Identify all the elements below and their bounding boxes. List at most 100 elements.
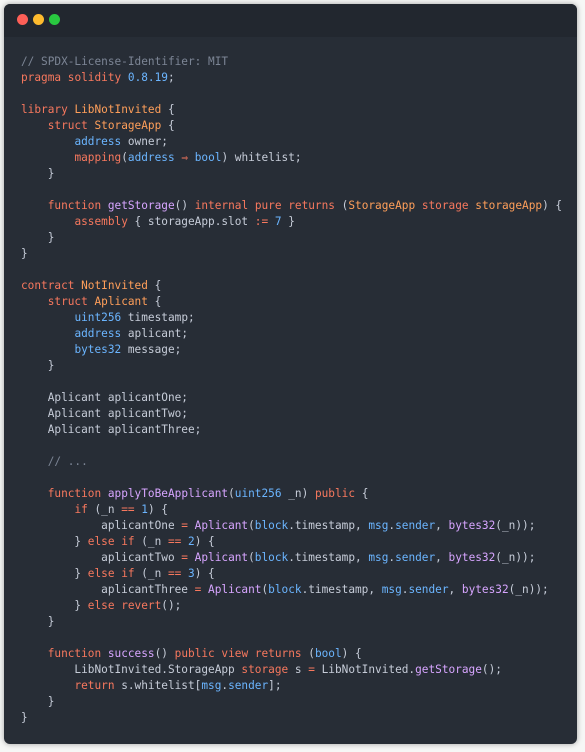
close-dot-icon[interactable]	[17, 14, 28, 25]
code-line: pragma solidity 0.8.19;	[21, 70, 573, 86]
code-token-keyword: revert	[121, 599, 162, 612]
code-token-func: getStorage	[107, 199, 175, 212]
code-token-punct: ];	[268, 679, 282, 692]
code-line: }	[21, 358, 573, 374]
code-token-name: NotInvited	[81, 279, 148, 292]
code-token-operator: ==	[167, 567, 182, 580]
code-line: bytes32 message;	[21, 342, 573, 358]
code-token-punct: (_n));	[495, 551, 536, 564]
code-token-type: address	[74, 135, 122, 148]
code-line: assembly { storageApp.slot := 7 }	[21, 214, 573, 230]
code-token-keyword: function	[47, 647, 102, 660]
code-line: contract NotInvited {	[21, 278, 573, 294]
code-line: } else if (_n == 3) {	[21, 566, 573, 582]
code-token-name: storageApp	[475, 199, 543, 212]
code-line: aplicantThree = Aplicant(block.timestamp…	[21, 582, 573, 598]
window-titlebar	[4, 4, 577, 37]
code-token-punct	[181, 535, 188, 548]
code-token-punct	[415, 199, 422, 212]
code-token-builtin: sender	[408, 583, 449, 596]
code-token-punct: }	[21, 711, 28, 724]
code-token-punct: (	[248, 551, 255, 564]
code-token-punct: s	[288, 663, 309, 676]
code-token-func: bytes32	[461, 583, 509, 596]
code-token-operator: =	[308, 663, 315, 676]
code-token-keyword: else	[87, 567, 115, 580]
code-token-punct: ) {	[341, 647, 362, 660]
maximize-dot-icon[interactable]	[49, 14, 60, 25]
code-token-punct: }	[21, 167, 55, 180]
code-token-punct: ();	[481, 663, 502, 676]
code-token-punct	[21, 343, 74, 356]
code-line: function getStorage() internal pure retu…	[21, 198, 573, 214]
code-block: // SPDX-License-Identifier: MIT pragma so…	[21, 54, 573, 726]
code-token-punct: { storageApp.slot	[127, 215, 255, 228]
code-token-keyword: internal	[194, 199, 249, 212]
code-token-punct: ) {	[542, 199, 563, 212]
code-token-punct: {	[355, 487, 369, 500]
code-token-func: bytes32	[448, 519, 496, 532]
code-token-punct: ,	[448, 583, 462, 596]
code-line: address aplicant;	[21, 326, 573, 342]
code-token-number: 0.8.19	[127, 71, 168, 84]
code-line: }	[21, 246, 573, 262]
minimize-dot-icon[interactable]	[33, 14, 44, 25]
code-token-keyword: if	[74, 503, 88, 516]
code-token-operator: =	[181, 551, 188, 564]
code-token-operator: ==	[121, 503, 135, 516]
code-token-punct: LibNotInvited.	[314, 663, 416, 676]
code-token-func: Aplicant	[194, 551, 249, 564]
code-token-punct: ;	[167, 71, 175, 84]
code-token-keyword: else	[87, 599, 115, 612]
code-line: } else if (_n == 2) {	[21, 534, 573, 550]
code-token-keyword: library	[21, 103, 68, 116]
code-token-punct	[181, 567, 188, 580]
code-token-punct: }	[21, 695, 55, 708]
code-token-punct: ) {	[194, 535, 215, 548]
code-token-punct: {	[147, 295, 162, 308]
code-line: uint256 timestamp;	[21, 310, 573, 326]
code-token-punct: }	[281, 215, 295, 228]
code-token-keyword: returns	[288, 199, 335, 212]
code-token-builtin: msg	[368, 519, 389, 532]
code-line: // SPDX-License-Identifier: MIT	[21, 54, 573, 70]
code-token-punct: {	[147, 279, 162, 292]
code-token-punct	[248, 199, 255, 212]
code-token-punct: (_n	[134, 535, 168, 548]
code-line: Aplicant aplicantThree;	[21, 422, 573, 438]
code-token-punct: }	[21, 615, 55, 628]
code-token-punct	[21, 215, 74, 228]
code-token-builtin: block	[268, 583, 302, 596]
code-token-punct: s.whitelist[	[114, 679, 202, 692]
code-token-punct: (_n));	[495, 519, 536, 532]
code-line: function applyToBeApplicant(uint256 _n) …	[21, 486, 573, 502]
code-token-keyword: struct	[47, 119, 88, 132]
code-token-punct: LibNotInvited.StorageApp	[21, 663, 242, 676]
code-token-builtin: msg	[201, 679, 222, 692]
code-token-keyword: storage	[241, 663, 289, 676]
code-token-punct: ) {	[194, 567, 215, 580]
code-token-operator: :=	[254, 215, 269, 228]
code-token-keyword: view	[221, 647, 249, 660]
code-line: function success() public view returns (…	[21, 646, 573, 662]
code-token-punct: Aplicant aplicantTwo;	[21, 407, 188, 420]
code-token-number: 2	[188, 535, 195, 548]
code-token-keyword: public	[174, 647, 215, 660]
code-token-punct	[21, 199, 48, 212]
code-token-number: 7	[274, 215, 282, 228]
code-token-punct: .timestamp,	[301, 583, 382, 596]
code-token-type: address	[127, 151, 175, 164]
code-token-builtin: msg	[381, 583, 402, 596]
code-token-operator: =	[181, 519, 188, 532]
code-token-punct: aplicant;	[121, 327, 188, 340]
code-token-punct: Aplicant aplicantOne;	[21, 391, 188, 404]
code-token-punct: (_n));	[508, 583, 549, 596]
code-token-func: applyToBeApplicant	[107, 487, 229, 500]
code-line: if (_n == 1) {	[21, 502, 573, 518]
code-token-name: StorageApp	[348, 199, 416, 212]
code-token-punct: ,	[435, 551, 449, 564]
code-token-punct: {	[161, 103, 175, 116]
code-token-punct: message;	[121, 343, 182, 356]
